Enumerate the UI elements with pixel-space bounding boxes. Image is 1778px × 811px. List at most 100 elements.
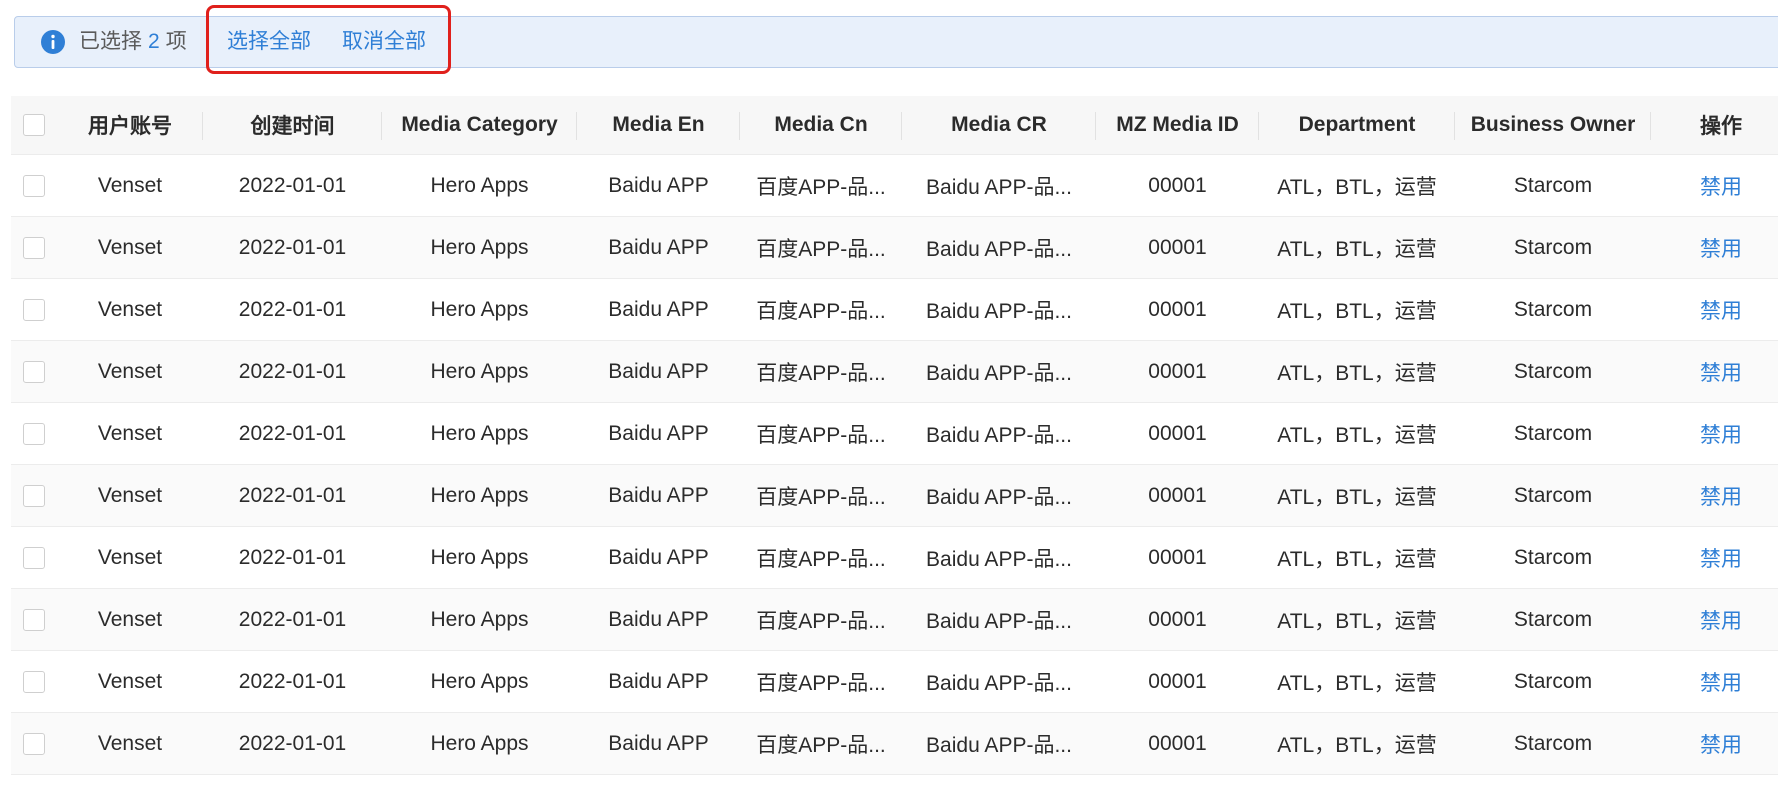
cell-created: 2022-01-01 xyxy=(203,402,382,465)
cell-category: Hero Apps xyxy=(382,712,577,775)
cell-department: ATL，BTL，运营 xyxy=(1259,278,1455,341)
cell-mz-id: 00001 xyxy=(1096,712,1259,775)
cell-media-cn: 百度APP-品... xyxy=(740,278,902,341)
cell-action: 禁用 xyxy=(1651,712,1778,775)
cell-media-cr: Baidu APP-品... xyxy=(902,278,1096,341)
disable-link[interactable]: 禁用 xyxy=(1700,672,1742,695)
cell-mz-id: 00001 xyxy=(1096,154,1259,217)
disable-link[interactable]: 禁用 xyxy=(1700,424,1742,447)
cell-account: Venset xyxy=(57,588,203,651)
cell-department: ATL，BTL，运营 xyxy=(1259,340,1455,403)
column-header-label: 创建时间 xyxy=(250,115,335,138)
cell-department: ATL，BTL，运营 xyxy=(1259,154,1455,217)
cell-action: 禁用 xyxy=(1651,216,1778,279)
cell-media-cn: 百度APP-品... xyxy=(740,340,902,403)
cell-media-en: Baidu APP xyxy=(577,154,740,217)
row-checkbox[interactable] xyxy=(23,298,45,321)
cell-owner: Starcom xyxy=(1455,278,1651,341)
disable-link[interactable]: 禁用 xyxy=(1700,238,1742,261)
column-header: Department xyxy=(1259,96,1455,155)
table-row: Venset 2022-01-01 Hero Apps Baidu APP 百度… xyxy=(11,712,1778,775)
cell-category: Hero Apps xyxy=(382,464,577,527)
cell-account: Venset xyxy=(57,278,203,341)
cell-account: Venset xyxy=(57,216,203,279)
cell-department: ATL，BTL，运营 xyxy=(1259,216,1455,279)
cell-department: ATL，BTL，运营 xyxy=(1259,712,1455,775)
cell-owner: Starcom xyxy=(1455,340,1651,403)
disable-link[interactable]: 禁用 xyxy=(1700,300,1742,323)
cell-account: Venset xyxy=(57,650,203,713)
row-select-cell xyxy=(11,216,57,279)
disable-link[interactable]: 禁用 xyxy=(1700,486,1742,509)
column-header-label: Media CR xyxy=(951,113,1047,136)
row-checkbox[interactable] xyxy=(23,360,45,383)
row-checkbox[interactable] xyxy=(23,422,45,445)
cell-owner: Starcom xyxy=(1455,588,1651,651)
row-checkbox[interactable] xyxy=(23,484,45,507)
column-header: Media Cn xyxy=(740,96,902,155)
column-header-label: Media Category xyxy=(401,113,558,136)
cell-media-cn: 百度APP-品... xyxy=(740,712,902,775)
column-header: Business Owner xyxy=(1455,96,1651,155)
cell-account: Venset xyxy=(57,712,203,775)
cell-media-cn: 百度APP-品... xyxy=(740,526,902,589)
cell-owner: Starcom xyxy=(1455,216,1651,279)
cell-mz-id: 00001 xyxy=(1096,464,1259,527)
cell-action: 禁用 xyxy=(1651,340,1778,403)
cell-created: 2022-01-01 xyxy=(203,340,382,403)
cell-department: ATL，BTL，运营 xyxy=(1259,650,1455,713)
cell-created: 2022-01-01 xyxy=(203,526,382,589)
disable-link[interactable]: 禁用 xyxy=(1700,362,1742,385)
cell-owner: Starcom xyxy=(1455,650,1651,713)
cell-mz-id: 00001 xyxy=(1096,526,1259,589)
row-checkbox[interactable] xyxy=(23,670,45,693)
cell-mz-id: 00001 xyxy=(1096,340,1259,403)
cell-media-cr: Baidu APP-品... xyxy=(902,526,1096,589)
cell-media-cn: 百度APP-品... xyxy=(740,588,902,651)
cell-owner: Starcom xyxy=(1455,154,1651,217)
column-header: Media Category xyxy=(382,96,577,155)
column-header: 操作 xyxy=(1651,96,1778,155)
row-checkbox[interactable] xyxy=(23,732,45,755)
disable-link[interactable]: 禁用 xyxy=(1700,734,1742,757)
row-select-cell xyxy=(11,464,57,527)
select-all-link[interactable]: 选择全部 xyxy=(227,29,311,55)
cell-media-cn: 百度APP-品... xyxy=(740,402,902,465)
table-row: Venset 2022-01-01 Hero Apps Baidu APP 百度… xyxy=(11,340,1778,403)
disable-link[interactable]: 禁用 xyxy=(1700,610,1742,633)
selection-suffix: 项 xyxy=(165,30,187,53)
row-checkbox[interactable] xyxy=(23,546,45,569)
table-row: Venset 2022-01-01 Hero Apps Baidu APP 百度… xyxy=(11,526,1778,589)
row-checkbox[interactable] xyxy=(23,174,45,197)
cell-media-en: Baidu APP xyxy=(577,216,740,279)
column-header-label: 用户账号 xyxy=(88,115,172,138)
row-checkbox[interactable] xyxy=(23,236,45,259)
deselect-all-link[interactable]: 取消全部 xyxy=(342,29,426,55)
cell-media-cr: Baidu APP-品... xyxy=(902,216,1096,279)
cell-media-cr: Baidu APP-品... xyxy=(902,340,1096,403)
cell-created: 2022-01-01 xyxy=(203,278,382,341)
column-header-label: 操作 xyxy=(1700,115,1742,138)
cell-media-en: Baidu APP xyxy=(577,650,740,713)
cell-mz-id: 00001 xyxy=(1096,588,1259,651)
cell-media-cn: 百度APP-品... xyxy=(740,464,902,527)
cell-category: Hero Apps xyxy=(382,154,577,217)
header-checkbox[interactable] xyxy=(23,114,45,137)
cell-account: Venset xyxy=(57,154,203,217)
row-select-cell xyxy=(11,402,57,465)
cell-action: 禁用 xyxy=(1651,402,1778,465)
disable-link[interactable]: 禁用 xyxy=(1700,548,1742,571)
table-row: Venset 2022-01-01 Hero Apps Baidu APP 百度… xyxy=(11,588,1778,651)
column-header: 创建时间 xyxy=(203,96,382,155)
cell-created: 2022-01-01 xyxy=(203,216,382,279)
column-header-label: Business Owner xyxy=(1470,113,1636,136)
row-select-cell xyxy=(11,278,57,341)
cell-category: Hero Apps xyxy=(382,526,577,589)
disable-link[interactable]: 禁用 xyxy=(1700,176,1742,199)
cell-created: 2022-01-01 xyxy=(203,650,382,713)
cell-action: 禁用 xyxy=(1651,588,1778,651)
cell-action: 禁用 xyxy=(1651,650,1778,713)
table-row: Venset 2022-01-01 Hero Apps Baidu APP 百度… xyxy=(11,650,1778,713)
row-checkbox[interactable] xyxy=(23,608,45,631)
column-header: Media CR xyxy=(902,96,1096,155)
